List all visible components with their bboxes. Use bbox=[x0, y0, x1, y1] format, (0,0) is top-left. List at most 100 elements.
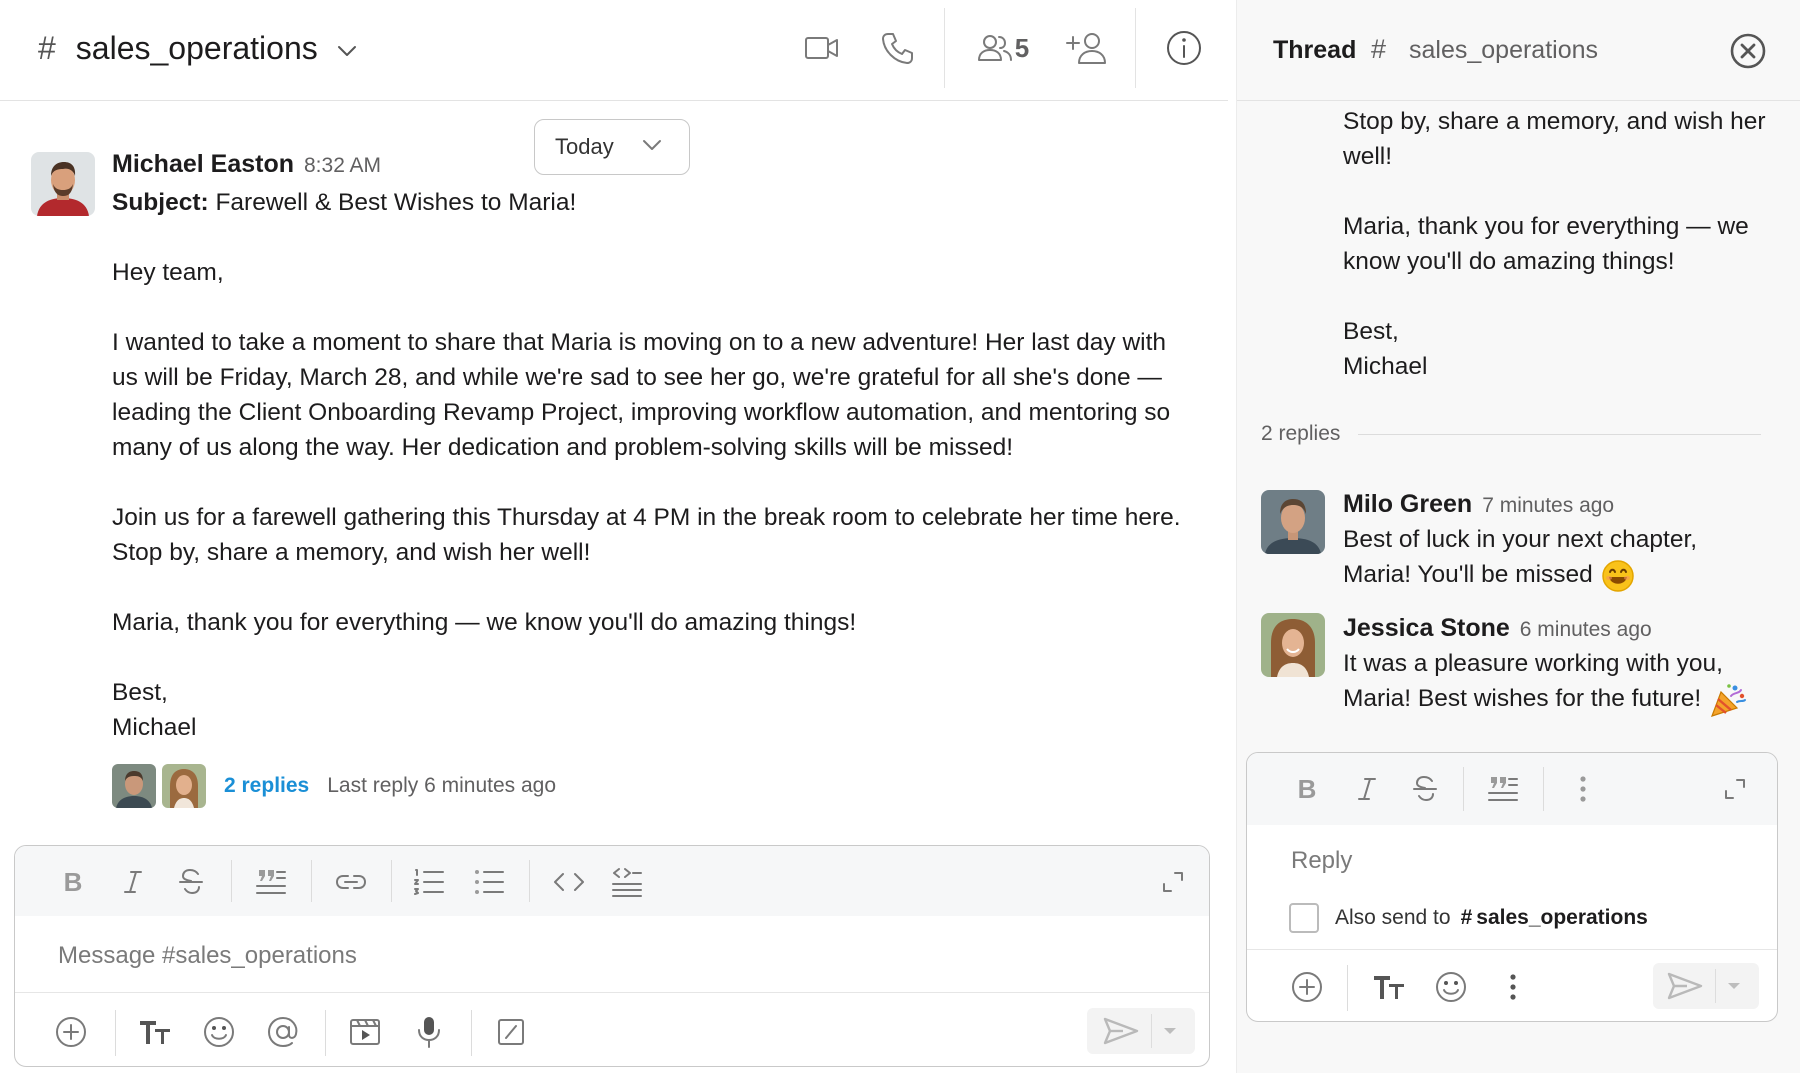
channel-info-button[interactable] bbox=[1164, 28, 1204, 68]
hash-icon: # bbox=[1460, 906, 1473, 929]
italic-button[interactable] bbox=[113, 862, 153, 902]
toolbar-divider bbox=[1543, 767, 1544, 811]
ordered-list-button[interactable] bbox=[409, 862, 449, 902]
more-icon bbox=[1510, 974, 1516, 1000]
microphone-button[interactable] bbox=[409, 1012, 449, 1052]
avatar bbox=[162, 764, 206, 808]
message-paragraph: I wanted to take a moment to share that … bbox=[112, 329, 1171, 461]
avatar[interactable] bbox=[1261, 490, 1325, 554]
reply-text: Best of luck in your next chapter, Maria… bbox=[1343, 526, 1698, 588]
replies-link[interactable]: 2 replies bbox=[224, 774, 309, 798]
send-icon bbox=[1667, 972, 1703, 1000]
thread-title: Thread bbox=[1273, 36, 1357, 64]
reply-author[interactable]: Jessica Stone bbox=[1343, 614, 1510, 643]
slash-command-button[interactable] bbox=[491, 1012, 531, 1052]
add-member-button[interactable] bbox=[1064, 26, 1110, 70]
reply-time[interactable]: 6 minutes ago bbox=[1520, 618, 1652, 642]
channel-title-button[interactable]: # sales_operations bbox=[38, 26, 358, 70]
message-author[interactable]: Michael Easton bbox=[112, 150, 294, 179]
message-paragraph: Join us for a farewell gathering this Th… bbox=[112, 504, 1181, 566]
phone-icon bbox=[882, 33, 913, 64]
thread-summary[interactable]: 2 replies Last reply 6 minutes ago bbox=[112, 764, 556, 808]
send-button[interactable] bbox=[1667, 972, 1703, 1000]
strikethrough-icon bbox=[1413, 776, 1437, 801]
send-controls bbox=[1087, 1008, 1195, 1054]
party-popper-icon bbox=[1709, 682, 1747, 718]
quote-icon bbox=[1488, 777, 1518, 801]
quote-button[interactable] bbox=[1483, 769, 1523, 809]
attach-button[interactable] bbox=[51, 1012, 91, 1052]
video-icon bbox=[805, 37, 838, 59]
code-button[interactable] bbox=[549, 862, 589, 902]
message-time[interactable]: 8:32 AM bbox=[304, 154, 381, 178]
thread-header: Thread # sales_operations bbox=[1237, 0, 1800, 101]
text-format-icon bbox=[140, 1021, 170, 1044]
bulleted-list-button[interactable] bbox=[469, 862, 509, 902]
send-controls bbox=[1653, 963, 1759, 1009]
text-format-button[interactable] bbox=[135, 1012, 175, 1052]
italic-button[interactable] bbox=[1347, 769, 1387, 809]
emoji-button[interactable] bbox=[199, 1012, 239, 1052]
toolbar-divider bbox=[391, 860, 392, 902]
message-subject: Subject: Farewell & Best Wishes to Maria… bbox=[112, 185, 1192, 220]
also-send-checkbox[interactable] bbox=[1289, 903, 1319, 933]
mention-button[interactable] bbox=[263, 1012, 303, 1052]
message-paragraph: Maria, thank you for everything — we kno… bbox=[1343, 213, 1749, 275]
send-options-button[interactable] bbox=[1163, 1027, 1177, 1035]
reply-text-block: Best of luck in your next chapter, Maria… bbox=[1343, 522, 1763, 593]
bold-icon: B bbox=[63, 866, 83, 897]
bold-icon: B bbox=[1297, 773, 1317, 804]
header-divider bbox=[944, 8, 945, 88]
message-header: Michael Easton 8:32 AM bbox=[112, 150, 381, 179]
also-send-channel-name: sales_operations bbox=[1476, 906, 1648, 929]
reply-count-divider: 2 replies bbox=[1261, 422, 1761, 446]
avatar[interactable] bbox=[31, 152, 95, 216]
chevron-down-icon bbox=[1728, 983, 1740, 989]
subject-label: Subject: bbox=[112, 189, 209, 216]
strikethrough-button[interactable] bbox=[171, 862, 211, 902]
message-greeting: Hey team, bbox=[112, 259, 224, 286]
composer-divider bbox=[1247, 949, 1777, 950]
thread-channel-link[interactable]: sales_operations bbox=[1409, 36, 1598, 65]
send-divider bbox=[1151, 1014, 1152, 1048]
video-clip-button[interactable] bbox=[345, 1012, 385, 1052]
members-button[interactable]: 5 bbox=[974, 28, 1032, 68]
members-icon bbox=[977, 35, 1012, 61]
emoji-icon bbox=[1436, 972, 1466, 1002]
reply-header: Milo Green 7 minutes ago bbox=[1343, 490, 1614, 519]
phone-call-button[interactable] bbox=[876, 26, 920, 70]
video-clip-icon bbox=[350, 1019, 380, 1045]
reply-author[interactable]: Milo Green bbox=[1343, 490, 1472, 519]
last-reply-time: Last reply 6 minutes ago bbox=[327, 774, 557, 797]
code-block-button[interactable] bbox=[607, 862, 647, 902]
send-options-button[interactable] bbox=[1727, 982, 1741, 990]
video-call-button[interactable] bbox=[802, 28, 842, 68]
add-member-icon bbox=[1066, 33, 1106, 64]
toolbar-divider bbox=[311, 860, 312, 902]
avatar[interactable] bbox=[1261, 613, 1325, 677]
text-format-button[interactable] bbox=[1369, 967, 1409, 1007]
emoji-icon bbox=[204, 1017, 234, 1047]
emoji-button[interactable] bbox=[1431, 967, 1471, 1007]
message-input[interactable]: Message #sales_operations bbox=[58, 942, 357, 970]
send-button[interactable] bbox=[1103, 1017, 1139, 1045]
reply-input[interactable]: Reply bbox=[1291, 847, 1352, 875]
attach-button[interactable] bbox=[1287, 967, 1327, 1007]
more-formatting-button[interactable] bbox=[1563, 769, 1603, 809]
reply-time[interactable]: 7 minutes ago bbox=[1482, 494, 1614, 518]
bold-button[interactable]: B bbox=[53, 862, 93, 902]
toolbar-divider bbox=[325, 1010, 326, 1056]
expand-composer-button[interactable] bbox=[1155, 864, 1191, 900]
close-thread-button[interactable] bbox=[1729, 32, 1767, 70]
message-signoff: Best, bbox=[1343, 318, 1399, 345]
toolbar-divider bbox=[1463, 767, 1464, 811]
link-button[interactable] bbox=[331, 862, 371, 902]
bold-button[interactable]: B bbox=[1287, 769, 1327, 809]
quote-button[interactable] bbox=[251, 862, 291, 902]
microphone-icon bbox=[418, 1017, 440, 1048]
strikethrough-button[interactable] bbox=[1405, 769, 1445, 809]
date-filter-dropdown[interactable]: Today bbox=[534, 119, 690, 175]
more-actions-button[interactable] bbox=[1493, 967, 1533, 1007]
chevron-down-icon bbox=[336, 44, 358, 58]
expand-composer-button[interactable] bbox=[1717, 771, 1753, 807]
